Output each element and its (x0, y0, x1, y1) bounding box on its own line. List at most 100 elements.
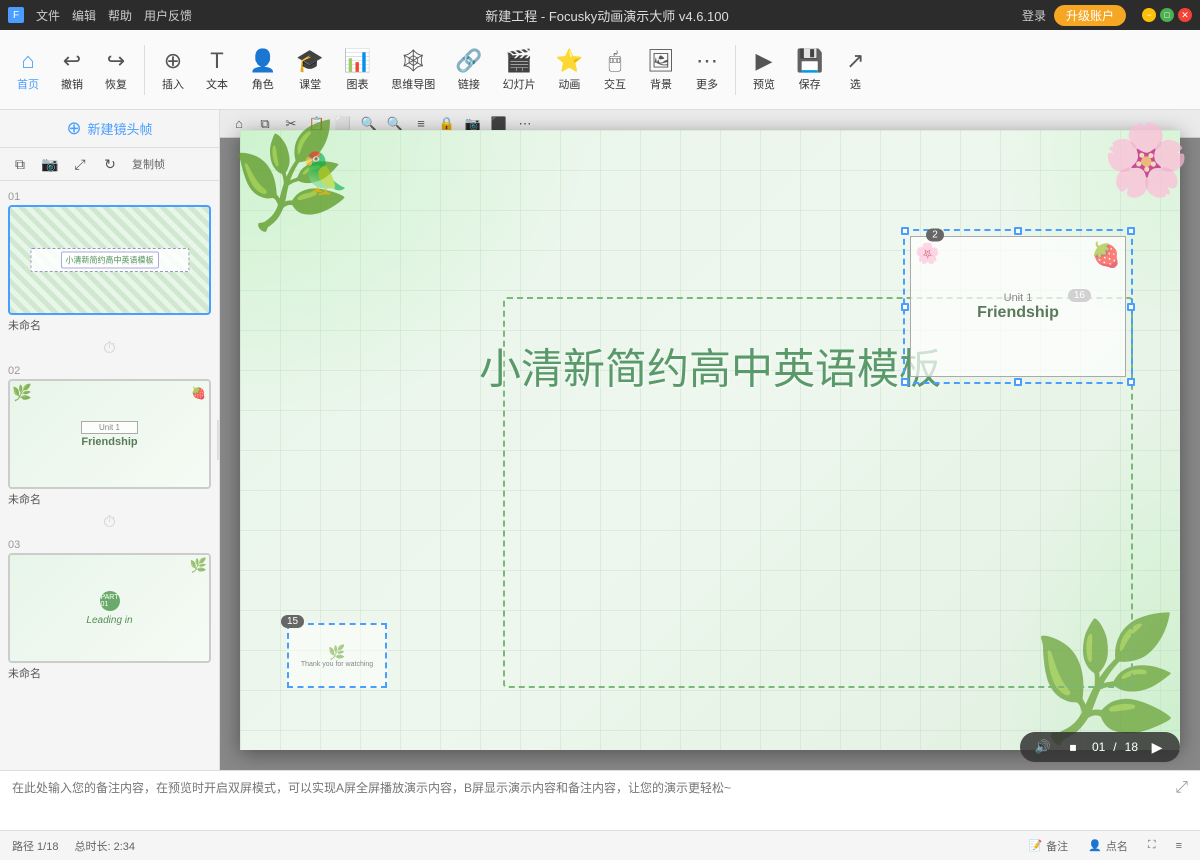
toolbar-slideshow[interactable]: 🎬 幻灯片 (495, 44, 544, 96)
slide-number-01: 01 (8, 191, 211, 203)
close-button[interactable]: ✕ (1178, 8, 1192, 22)
toolbar-redo[interactable]: ↪ 恢复 (96, 44, 136, 96)
animation-icon: ⭐ (556, 48, 583, 74)
home-label: 首页 (17, 76, 39, 92)
thumb-02-inner: 🌿 🍓 Unit 1 Friendship (10, 381, 209, 487)
undo-icon: ↩ (63, 48, 81, 74)
playback-bar: 🔊 ⏹ 01 / 18 ▶ (1020, 732, 1180, 762)
inner-strawberry: 🍓 (1091, 241, 1121, 270)
playback-total: 18 (1125, 740, 1138, 754)
unit-title: Friendship (977, 304, 1059, 322)
save-label: 保存 (799, 76, 821, 92)
camera-icon[interactable]: 📷 (38, 152, 62, 176)
toolbar-text[interactable]: T 文本 (197, 44, 237, 96)
sel-handle-tc (1014, 227, 1022, 235)
redo-label: 恢复 (105, 76, 127, 92)
small-frame[interactable]: 🌿 Thank you for watching 15 (287, 623, 387, 688)
play-like-icon[interactable]: 🔊 (1032, 736, 1054, 758)
more-label: 更多 (696, 76, 718, 92)
notes-expand-icon[interactable]: ⤢ (1175, 779, 1188, 797)
frame-badge-15: 15 (281, 615, 304, 628)
select-label: 选 (850, 76, 861, 92)
toolbar-role[interactable]: 👤 角色 (241, 44, 284, 96)
text-icon: T (210, 48, 223, 74)
toolbar-classroom[interactable]: 🎓 课堂 (288, 44, 331, 96)
fullscreen-tool[interactable]: ⛶ (1142, 837, 1162, 854)
expand-icon[interactable]: ⤢ (68, 152, 92, 176)
slide-label-02: 未命名 (8, 491, 211, 507)
inner-flower: 🌸 (915, 241, 940, 266)
new-frame-button[interactable]: ⊕ 新建镜头帧 (0, 110, 219, 148)
small-frame-text: Thank you for watching (301, 661, 373, 668)
toolbar-home[interactable]: ⌂ 首页 (8, 44, 48, 96)
link-icon: 🔗 (455, 48, 482, 74)
text-label: 文本 (206, 76, 228, 92)
animation-label: 动画 (558, 76, 580, 92)
slide-label-03: 未命名 (8, 665, 211, 681)
mindmap-icon: 🕸 (399, 48, 427, 74)
link-label: 链接 (458, 76, 480, 92)
toolbar-chart[interactable]: 📊 图表 (336, 44, 379, 96)
slide-number-02: 02 (8, 365, 211, 377)
window-title: 新建工程 - Focusky动画演示大师 v4.6.100 (485, 9, 728, 24)
thumb-02-unit: Unit 1 (81, 421, 137, 434)
maximize-button[interactable]: □ (1160, 8, 1174, 22)
minimize-button[interactable]: − (1142, 8, 1156, 22)
slide-thumb-03[interactable]: 🌿 PART01 Leading in (8, 553, 211, 663)
login-button[interactable]: 登录 (1022, 7, 1046, 24)
app-icon: F (8, 7, 24, 23)
menu-feedback[interactable]: 用户反馈 (144, 7, 192, 24)
presentation-canvas[interactable]: 🌿 🦜 🌸 🌿 16 小清新简约高中英语模板 (240, 130, 1180, 750)
sel-handle-mr (1127, 303, 1135, 311)
thumb-02-content: Unit 1 Friendship (81, 421, 137, 448)
small-frame-content: 🌿 Thank you for watching (301, 644, 373, 668)
toolbar-preview[interactable]: ▶ 预览 (744, 44, 784, 96)
sel-handle-tr (1127, 227, 1135, 235)
settings-tool[interactable]: ≡ (1170, 838, 1188, 854)
thumb-03-inner: 🌿 PART01 Leading in (10, 555, 209, 661)
slide-01-text: 小清新简约高中英语模板 (66, 257, 154, 266)
notes-input[interactable] (12, 779, 1175, 807)
menu-help[interactable]: 帮助 (108, 7, 132, 24)
background-icon: 🖼 (647, 48, 675, 74)
toolbar-animation[interactable]: ⭐ 动画 (548, 44, 591, 96)
sel-handle-bl (901, 378, 909, 386)
status-path: 路径 1/18 (12, 838, 58, 854)
notes-tool[interactable]: 📝 备注 (1022, 836, 1074, 856)
mindmap-label: 思维导图 (391, 76, 435, 92)
divider-2 (735, 45, 736, 95)
toolbar-select[interactable]: ↗ 选 (835, 44, 875, 96)
sel-handle-bc (1014, 378, 1022, 386)
interact-icon: 🖱 (608, 48, 621, 74)
sidebar: ⊕ 新建镜头帧 ⧉ 📷 ⤢ ↻ 复制帧 01 小清新简约高中英语模板 未命名 (0, 110, 220, 770)
refresh-icon[interactable]: ↻ (98, 152, 122, 176)
toolbar: ⌂ 首页 ↩ 撤销 ↪ 恢复 ⊕ 插入 T 文本 👤 角色 🎓 课堂 📊 图表 … (0, 30, 1200, 110)
sel-handle-ml (901, 303, 909, 311)
toolbar-mindmap[interactable]: 🕸 思维导图 (383, 44, 443, 96)
status-bar: 路径 1/18 总时长: 2:34 📝 备注 👤 点名 ⛶ ≡ (0, 830, 1200, 860)
slide-thumb-02[interactable]: 🌿 🍓 Unit 1 Friendship (8, 379, 211, 489)
upgrade-button[interactable]: 升级账户 (1054, 5, 1126, 26)
sel-handle-tl (901, 227, 909, 235)
menu-file[interactable]: 文件 (36, 7, 60, 24)
toolbar-insert[interactable]: ⊕ 插入 (153, 44, 193, 96)
toolbar-background[interactable]: 🖼 背景 (639, 44, 683, 96)
slide-thumb-01[interactable]: 小清新简约高中英语模板 (8, 205, 211, 315)
selected-element[interactable]: 🍓 🌸 Unit 1 Friendship (903, 229, 1133, 384)
toolbar-undo[interactable]: ↩ 撤销 (52, 44, 92, 96)
small-frame-leaf: 🌿 (301, 644, 373, 661)
toolbar-link[interactable]: 🔗 链接 (447, 44, 490, 96)
role-label: 角色 (252, 76, 274, 92)
toolbar-save[interactable]: 💾 保存 (788, 44, 831, 96)
canvas-main-title[interactable]: 小清新简约高中英语模板 (479, 335, 941, 396)
menu-edit[interactable]: 编辑 (72, 7, 96, 24)
slide-label-01: 未命名 (8, 317, 211, 333)
preview-icon: ▶ (756, 48, 773, 74)
next-icon[interactable]: ▶ (1146, 736, 1168, 758)
toolbar-interact[interactable]: 🖱 交互 (595, 44, 635, 96)
canvas-area[interactable]: ⌂ ⧉ ✂ 📋 ⬜ 🔍 🔍 ≡ 🔒 📷 ⬛ ⋯ 🌿 🦜 🌸 🌿 (220, 110, 1200, 770)
copy-frame-icon[interactable]: ⧉ (8, 152, 32, 176)
marker-tool[interactable]: 👤 点名 (1082, 836, 1134, 856)
stop-icon[interactable]: ⏹ (1062, 736, 1084, 758)
toolbar-more[interactable]: ⋯ 更多 (687, 44, 727, 96)
